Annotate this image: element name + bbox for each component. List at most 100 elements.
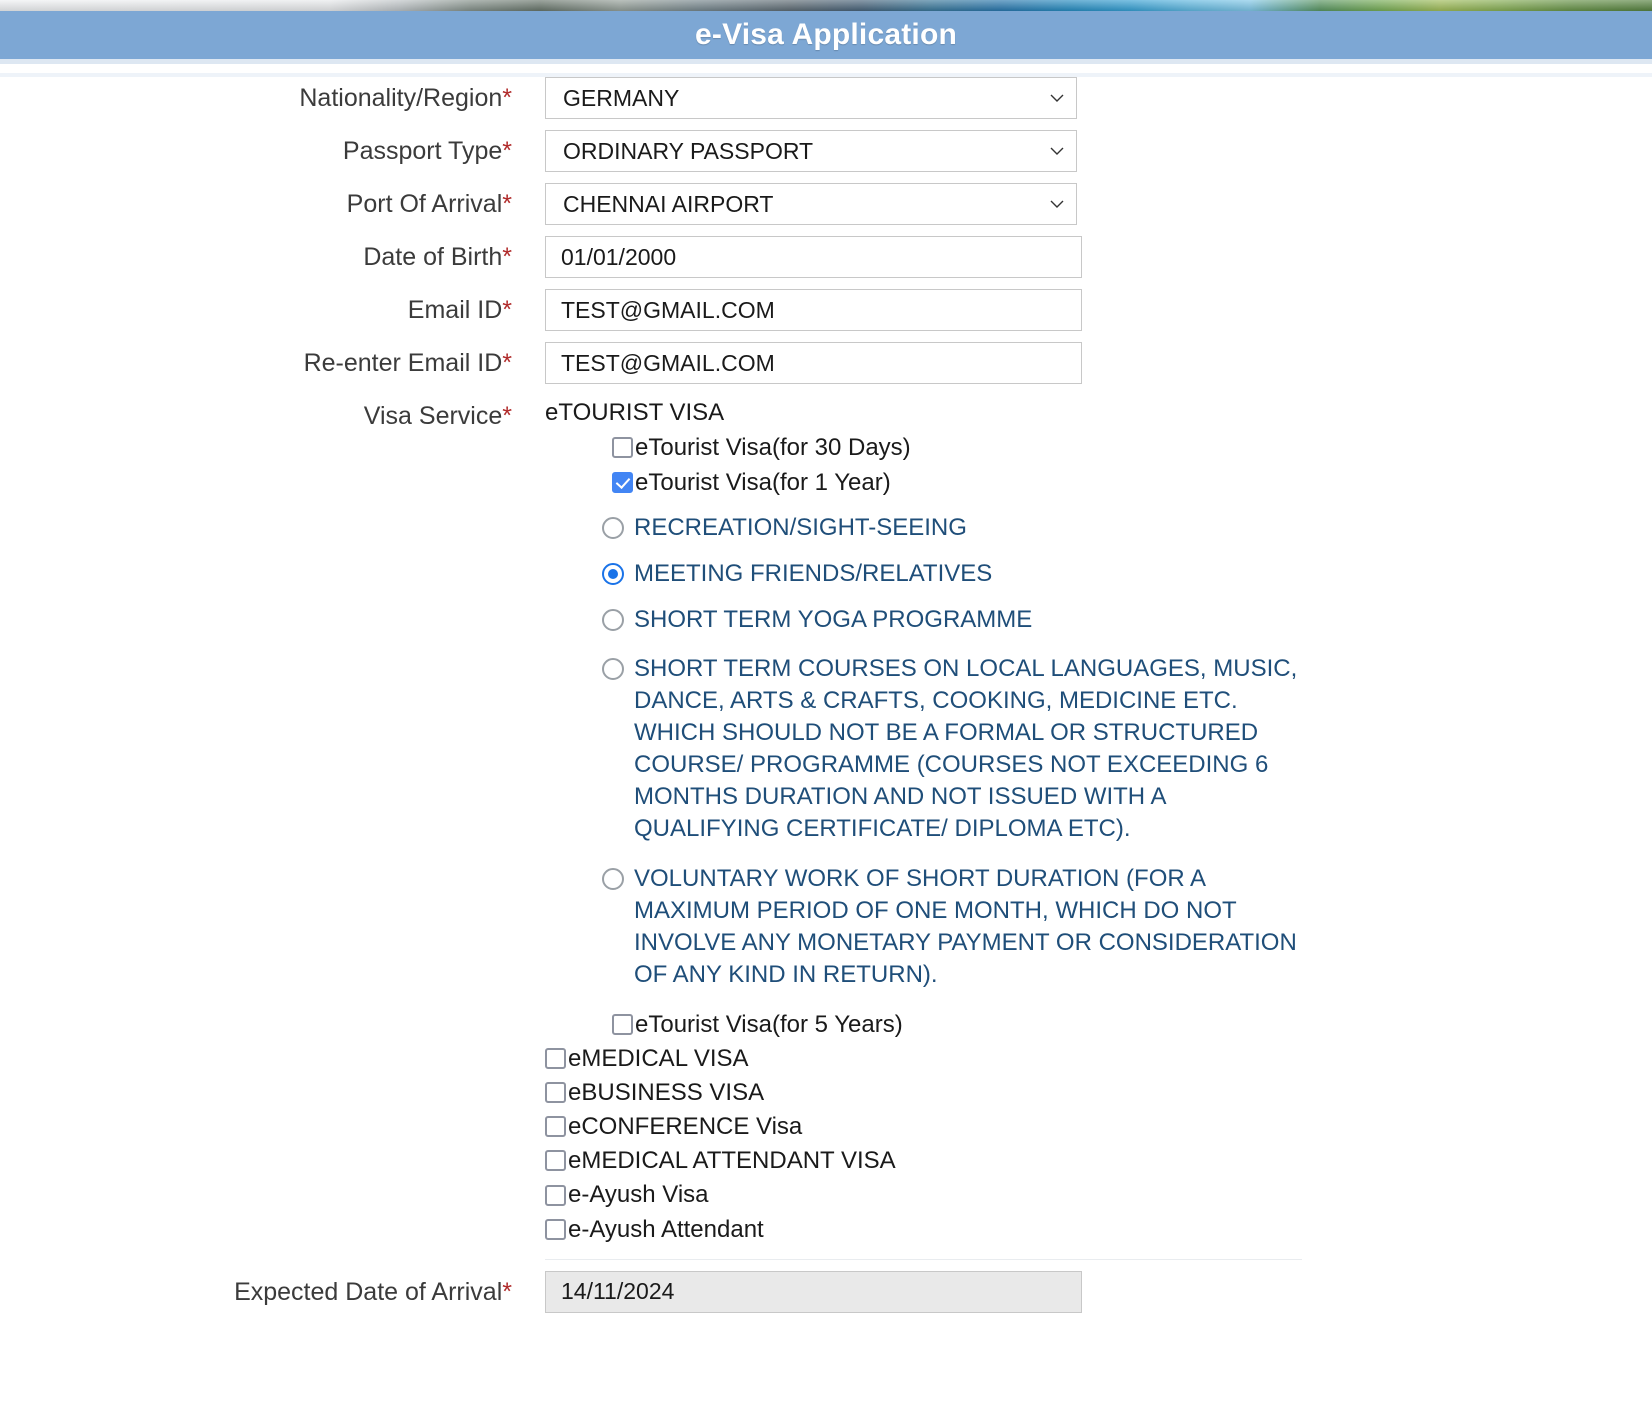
date-of-birth-field-cell xyxy=(512,236,1082,278)
expected-arrival-input[interactable] xyxy=(545,1270,1082,1313)
short-term-yoga-radio[interactable] xyxy=(602,608,624,631)
date-of-birth-input[interactable] xyxy=(545,236,1082,278)
evisa-application-form: Nationality/Region* GERMANY Passport Typ… xyxy=(0,77,1652,1324)
visa-service-required-asterisk: * xyxy=(502,402,512,430)
form-row-reenter-email: Re-enter Email ID* xyxy=(0,342,1652,384)
checkbox-row-ebusiness-visa[interactable]: eBUSINESS VISA xyxy=(545,1077,1302,1108)
radio-row-recreation-sightseeing[interactable]: RECREATION/SIGHT-SEEING xyxy=(545,512,1302,544)
emedical-visa-checkbox[interactable] xyxy=(545,1047,566,1069)
checkbox-row-eayush-visa[interactable]: e-Ayush Visa xyxy=(545,1179,1302,1210)
recreation-sightseeing-label: RECREATION/SIGHT-SEEING xyxy=(634,513,967,541)
nationality-label: Nationality/Region* xyxy=(0,77,512,113)
etourist-5-years-label: eTourist Visa(for 5 Years) xyxy=(635,1010,903,1038)
page-header: e-Visa Application xyxy=(0,11,1652,59)
eayush-attendant-checkbox[interactable] xyxy=(545,1218,566,1240)
radio-row-voluntary-work[interactable]: VOLUNTARY WORK OF SHORT DURATION (FOR A … xyxy=(545,863,1302,991)
short-term-courses-label: SHORT TERM COURSES ON LOCAL LANGUAGES, M… xyxy=(634,655,1298,843)
passport-type-select[interactable]: ORDINARY PASSPORT xyxy=(545,130,1077,172)
port-of-arrival-label: Port Of Arrival* xyxy=(0,183,512,219)
short-term-courses-radio[interactable] xyxy=(602,658,624,681)
chevron-down-icon xyxy=(1049,143,1065,159)
visa-service-label: Visa Service* xyxy=(0,395,512,431)
reenter-email-label: Re-enter Email ID* xyxy=(0,342,512,378)
reenter-email-field-cell xyxy=(512,342,1082,384)
radio-row-short-term-yoga[interactable]: SHORT TERM YOGA PROGRAMME xyxy=(545,604,1302,636)
visa-service-options: eTOURIST VISA eTourist Visa(for 30 Days)… xyxy=(512,395,1302,1260)
header-gap xyxy=(0,64,1652,73)
page-title: e-Visa Application xyxy=(695,18,957,51)
radio-row-meeting-friends-relatives[interactable]: MEETING FRIENDS/RELATIVES xyxy=(545,558,1302,590)
port-of-arrival-label-text: Port Of Arrival xyxy=(346,190,503,218)
nationality-required-asterisk: * xyxy=(502,84,512,112)
email-label-text: Email ID xyxy=(407,296,503,324)
form-row-nationality: Nationality/Region* GERMANY xyxy=(0,77,1652,119)
passport-type-label: Passport Type* xyxy=(0,130,512,166)
form-row-expected-arrival: Expected Date of Arrival* xyxy=(0,1270,1652,1313)
expected-arrival-label: Expected Date of Arrival* xyxy=(0,1271,512,1307)
emedical-visa-label: eMEDICAL VISA xyxy=(568,1044,749,1072)
checkbox-row-emedical-visa[interactable]: eMEDICAL VISA xyxy=(545,1043,1302,1074)
etourist-5-years-checkbox[interactable] xyxy=(612,1013,633,1035)
expected-arrival-required-asterisk: * xyxy=(502,1277,512,1306)
email-required-asterisk: * xyxy=(502,296,512,324)
date-of-birth-label-text: Date of Birth xyxy=(363,243,503,271)
radio-row-short-term-courses[interactable]: SHORT TERM COURSES ON LOCAL LANGUAGES, M… xyxy=(545,653,1302,844)
checkbox-row-etourist-1-year[interactable]: eTourist Visa(for 1 Year) xyxy=(545,467,1302,498)
form-row-date-of-birth: Date of Birth* xyxy=(0,236,1652,278)
checkbox-row-econference-visa[interactable]: eCONFERENCE Visa xyxy=(545,1111,1302,1142)
nationality-field-cell: GERMANY xyxy=(512,77,1077,119)
eayush-visa-label: e-Ayush Visa xyxy=(568,1181,709,1209)
econference-visa-checkbox[interactable] xyxy=(545,1116,566,1138)
voluntary-work-label: VOLUNTARY WORK OF SHORT DURATION (FOR A … xyxy=(634,864,1297,988)
etourist-30-days-checkbox[interactable] xyxy=(612,437,633,459)
reenter-email-required-asterisk: * xyxy=(502,349,512,377)
visa-service-label-text: Visa Service xyxy=(363,402,503,430)
form-row-visa-service: Visa Service* eTOURIST VISA eTourist Vis… xyxy=(0,395,1652,1260)
emedical-attendant-visa-checkbox[interactable] xyxy=(545,1150,566,1172)
email-label: Email ID* xyxy=(0,289,512,325)
passport-type-label-text: Passport Type xyxy=(342,137,503,165)
top-banner-image xyxy=(0,0,1652,11)
nationality-label-text: Nationality/Region xyxy=(299,84,503,112)
chevron-down-icon xyxy=(1049,196,1065,212)
passport-type-required-asterisk: * xyxy=(502,137,512,165)
etourist-1-year-label: eTourist Visa(for 1 Year) xyxy=(635,468,891,496)
port-of-arrival-field-cell: CHENNAI AIRPORT xyxy=(512,183,1077,225)
expected-arrival-field-cell xyxy=(512,1270,1082,1313)
checkbox-row-etourist-30-days[interactable]: eTourist Visa(for 30 Days) xyxy=(545,432,1302,463)
section-divider xyxy=(545,1258,1302,1260)
nationality-select[interactable]: GERMANY xyxy=(545,77,1077,119)
etourist-1-year-checkbox[interactable] xyxy=(612,471,633,493)
meeting-friends-relatives-label: MEETING FRIENDS/RELATIVES xyxy=(634,559,993,587)
eayush-visa-checkbox[interactable] xyxy=(545,1184,566,1206)
date-of-birth-label: Date of Birth* xyxy=(0,236,512,272)
checkbox-row-emedical-attendant-visa[interactable]: eMEDICAL ATTENDANT VISA xyxy=(545,1145,1302,1176)
meeting-friends-relatives-radio[interactable] xyxy=(602,562,624,585)
econference-visa-label: eCONFERENCE Visa xyxy=(568,1113,803,1141)
port-of-arrival-selected-value: CHENNAI AIRPORT xyxy=(563,191,774,217)
reenter-email-field[interactable] xyxy=(545,342,1082,384)
form-row-passport-type: Passport Type* ORDINARY PASSPORT xyxy=(0,130,1652,172)
port-of-arrival-select[interactable]: CHENNAI AIRPORT xyxy=(545,183,1077,225)
etourist-visa-group-title: eTOURIST VISA xyxy=(545,399,725,426)
expected-arrival-label-text: Expected Date of Arrival xyxy=(234,1277,503,1306)
email-field[interactable] xyxy=(545,289,1082,331)
etourist-30-days-label: eTourist Visa(for 30 Days) xyxy=(635,434,911,462)
form-row-port-of-arrival: Port Of Arrival* CHENNAI AIRPORT xyxy=(0,183,1652,225)
checkbox-row-eayush-attendant[interactable]: e-Ayush Attendant xyxy=(545,1214,1302,1245)
form-row-email: Email ID* xyxy=(0,289,1652,331)
emedical-attendant-visa-label: eMEDICAL ATTENDANT VISA xyxy=(568,1147,896,1175)
voluntary-work-radio[interactable] xyxy=(602,867,624,890)
nationality-selected-value: GERMANY xyxy=(563,85,680,111)
ebusiness-visa-checkbox[interactable] xyxy=(545,1082,566,1104)
recreation-sightseeing-radio[interactable] xyxy=(602,516,624,539)
ebusiness-visa-label: eBUSINESS VISA xyxy=(568,1078,765,1106)
chevron-down-icon xyxy=(1049,90,1065,106)
email-field-cell xyxy=(512,289,1082,331)
checkbox-row-etourist-5-years[interactable]: eTourist Visa(for 5 Years) xyxy=(545,1009,1302,1040)
reenter-email-label-text: Re-enter Email ID xyxy=(303,349,503,377)
banner-shade xyxy=(0,0,1652,11)
port-of-arrival-required-asterisk: * xyxy=(502,190,512,218)
date-of-birth-required-asterisk: * xyxy=(502,243,512,271)
eayush-attendant-label: e-Ayush Attendant xyxy=(568,1215,764,1243)
